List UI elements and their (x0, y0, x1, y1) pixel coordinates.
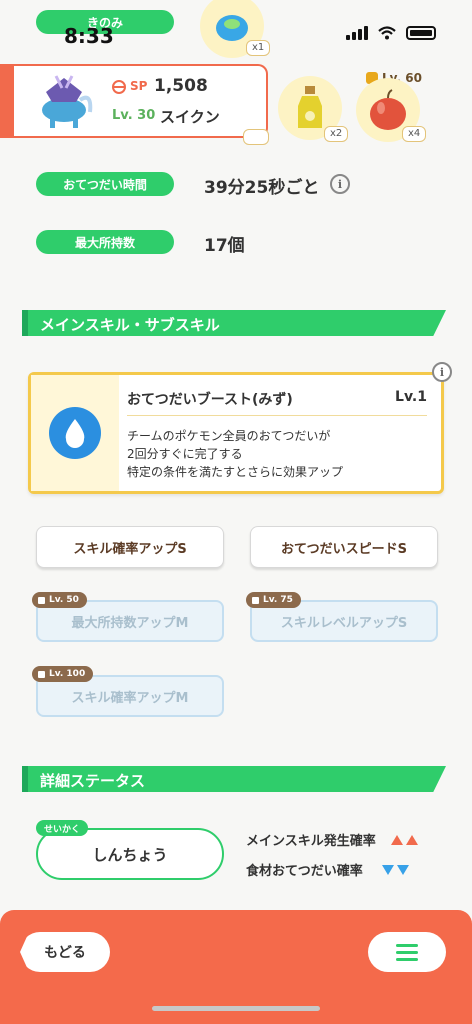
down-effect-label: 食材おてつだい確率 (246, 864, 363, 879)
ingredient-count: x4 (402, 126, 427, 142)
main-skill-card[interactable]: おてつだいブースト(みず) Lv.1 チームのポケモン全員のおてつだいが 2回分… (28, 372, 444, 494)
ingredient-count: x1 (243, 129, 269, 145)
berry-icon (216, 15, 248, 41)
status-icons (346, 26, 436, 40)
arrow-up-icon (405, 834, 418, 845)
wifi-icon (378, 26, 396, 40)
ingredient-count: x2 (324, 126, 349, 142)
nature-up-effect: メインスキル発生確率 (246, 830, 418, 849)
max-carry-value: 17個 (204, 236, 245, 256)
info-icon[interactable]: i (330, 174, 350, 194)
arrow-down-icon (381, 864, 394, 875)
status-section-title: 詳細ステータス (40, 772, 146, 790)
lock-icon (38, 596, 45, 604)
pokemon-card[interactable]: SP 1,508 Lv. 30 スイクン (0, 64, 268, 138)
menu-button[interactable] (368, 932, 446, 972)
sp-label: SP (130, 79, 148, 93)
lock-level-tag: Lv. 50 (32, 592, 87, 608)
home-indicator[interactable] (152, 1006, 320, 1011)
skills-section-title: メインスキル・サブスキル (40, 316, 220, 334)
status-time: 8:33 (64, 24, 114, 48)
berry-count: x1 (246, 40, 271, 56)
status-section-header: 詳細ステータス (22, 766, 446, 792)
lock-level-tag: Lv. 100 (32, 666, 94, 682)
skill-icon-area (31, 375, 119, 491)
pokemon-level: Lv. 30 (112, 108, 156, 123)
back-button[interactable]: もどる (20, 932, 110, 972)
signal-icon (346, 26, 368, 40)
oil-bottle-icon (298, 86, 322, 128)
apple-icon (370, 89, 406, 130)
sub-skill-button[interactable]: スキル確率アップS (36, 526, 224, 568)
water-drop-icon (49, 407, 101, 459)
suicune-icon (42, 75, 93, 128)
battery-icon (406, 26, 436, 40)
hamburger-icon (396, 943, 418, 961)
up-effect-label: メインスキル発生確率 (246, 834, 376, 849)
help-time-value: 39分25秒ごと (204, 178, 320, 198)
nature-tag: せいかく (36, 820, 89, 836)
skills-section-header: メインスキル・サブスキル (22, 310, 446, 336)
lock-level: Lv. 50 (49, 595, 79, 605)
max-carry-label: 最大所持数 (36, 230, 174, 254)
lock-icon (38, 670, 45, 678)
main-skill-name: おてつだいブースト(みず) (127, 392, 293, 408)
pokemon-name: スイクン (160, 108, 220, 126)
lock-icon (252, 596, 259, 604)
info-icon[interactable]: i (432, 362, 452, 382)
description-line: チームのポケモン全員のおてつだいが (127, 429, 331, 443)
lock-level: Lv. 75 (263, 595, 293, 605)
description-line: 2回分すぐに完了する (127, 447, 243, 461)
sp-value: 1,508 (154, 76, 208, 96)
lock-level: Lv. 100 (49, 669, 86, 679)
lock-level-tag: Lv. 75 (246, 592, 301, 608)
main-skill-level: Lv.1 (395, 389, 427, 405)
arrow-down-icon (396, 864, 409, 875)
divider (127, 415, 427, 416)
description-line: 特定の条件を満たすとさらに効果アップ (127, 465, 344, 479)
sub-skill-button[interactable]: おてつだいスピードS (250, 526, 438, 568)
pokeball-icon (112, 80, 126, 94)
arrow-up-icon (390, 834, 403, 845)
help-time-label: おてつだい時間 (36, 172, 174, 196)
main-skill-description: チームのポケモン全員のおてつだいが 2回分すぐに完了する 特定の条件を満たすとさ… (127, 427, 343, 481)
nature-down-effect: 食材おてつだい確率 (246, 860, 409, 879)
